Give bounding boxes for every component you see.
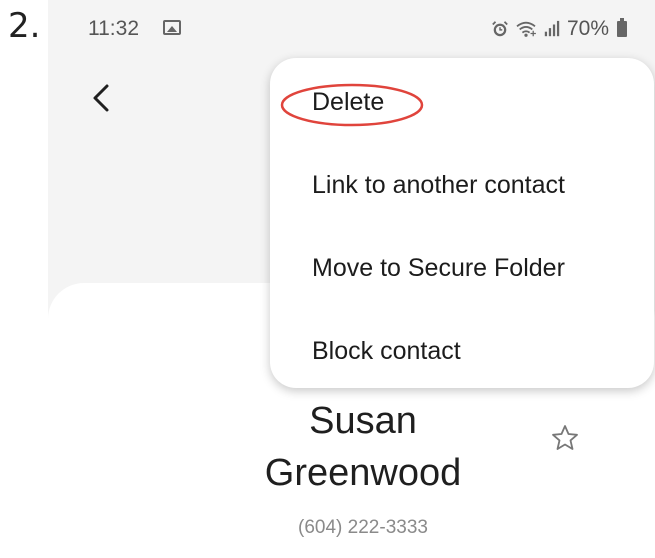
favorite-star-icon[interactable]: [550, 423, 580, 453]
status-time: 11:32: [88, 17, 139, 40]
phone-screen: 11:32 70% Susan Greenwood (604) 222-3333…: [48, 0, 655, 558]
alarm-icon: [492, 21, 508, 37]
menu-item-block-contact[interactable]: Block contact: [312, 337, 461, 366]
menu-item-link-contact[interactable]: Link to another contact: [312, 171, 565, 200]
signal-icon: [544, 20, 560, 37]
gallery-icon: [163, 20, 181, 35]
contact-name: Susan Greenwood: [238, 395, 488, 499]
contact-phone-number: (604) 222-3333: [298, 517, 428, 538]
menu-item-delete[interactable]: Delete: [312, 88, 384, 117]
overflow-menu: Delete Link to another contact Move to S…: [270, 58, 654, 388]
status-icons: 70%: [491, 17, 627, 41]
battery-percent: 70%: [566, 17, 609, 40]
status-bar: 11:32 70%: [48, 0, 655, 60]
contact-name-last: Greenwood: [264, 452, 462, 494]
back-arrow-icon[interactable]: [86, 78, 120, 118]
wifi-icon: [516, 21, 536, 37]
step-number: 2.: [8, 6, 41, 46]
contact-name-first: Susan: [309, 400, 417, 442]
battery-icon: [617, 18, 627, 37]
menu-item-move-secure-folder[interactable]: Move to Secure Folder: [312, 254, 565, 283]
